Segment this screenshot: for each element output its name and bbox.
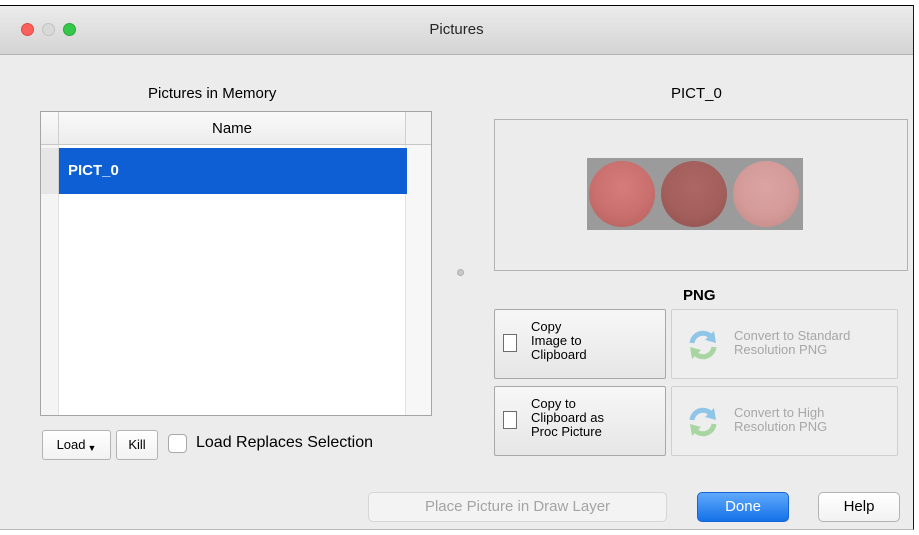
clipboard-icon [500, 408, 517, 429]
refresh-icon [689, 407, 717, 437]
picture-preview [494, 119, 908, 271]
title-bar: Pictures [0, 6, 913, 55]
list-header-gutter [41, 112, 59, 144]
copy-proc-label: Copy to Clipboard as Proc Picture [531, 396, 604, 439]
preview-image [587, 158, 803, 230]
preview-circle-right [733, 161, 799, 227]
preview-circle-left [589, 161, 655, 227]
pictures-in-memory-heading: Pictures in Memory [148, 85, 277, 102]
convert-standard-resolution-button[interactable]: Convert to Standard Resolution PNG [671, 309, 898, 379]
load-replaces-checkbox[interactable] [168, 434, 187, 453]
name-column-header[interactable]: Name [59, 112, 405, 144]
preview-title: PICT_0 [671, 85, 722, 102]
pictures-window: Pictures Pictures in Memory Name PICT_0 … [0, 5, 914, 530]
kill-button[interactable]: Kill [116, 430, 158, 460]
place-picture-in-draw-layer-button[interactable]: Place Picture in Draw Layer [368, 492, 667, 522]
list-header-corner [405, 112, 431, 144]
list-item-gutter [41, 148, 59, 194]
convert-high-resolution-button[interactable]: Convert to High Resolution PNG [671, 386, 898, 456]
convert-high-label: Convert to High Resolution PNG [734, 405, 828, 434]
pictures-list[interactable]: Name PICT_0 [40, 111, 432, 416]
dropdown-triangle-icon: ▼ [87, 443, 97, 453]
list-item[interactable]: PICT_0 [41, 148, 407, 194]
format-label: PNG [683, 287, 716, 304]
list-scrollbar[interactable] [405, 145, 431, 415]
load-replaces-label: Load Replaces Selection [196, 434, 374, 451]
load-menu-button[interactable]: Load ▼ [42, 430, 111, 460]
copy-image-to-clipboard-button[interactable]: Copy Image to Clipboard [494, 309, 666, 379]
refresh-icon [689, 330, 717, 360]
done-button[interactable]: Done [697, 492, 789, 522]
copy-image-label: Copy Image to Clipboard [531, 319, 587, 362]
window-title: Pictures [429, 21, 484, 38]
list-item-name[interactable]: PICT_0 [59, 148, 407, 194]
preview-circle-middle [661, 161, 727, 227]
clipboard-icon [500, 331, 517, 352]
convert-standard-label: Convert to Standard Resolution PNG [734, 328, 851, 357]
load-button-label: Load [56, 437, 86, 452]
copy-to-clipboard-as-proc-picture-button[interactable]: Copy to Clipboard as Proc Picture [494, 386, 666, 456]
splitter-handle[interactable] [457, 269, 464, 276]
help-button[interactable]: Help [818, 492, 900, 522]
list-header: Name [41, 112, 431, 145]
